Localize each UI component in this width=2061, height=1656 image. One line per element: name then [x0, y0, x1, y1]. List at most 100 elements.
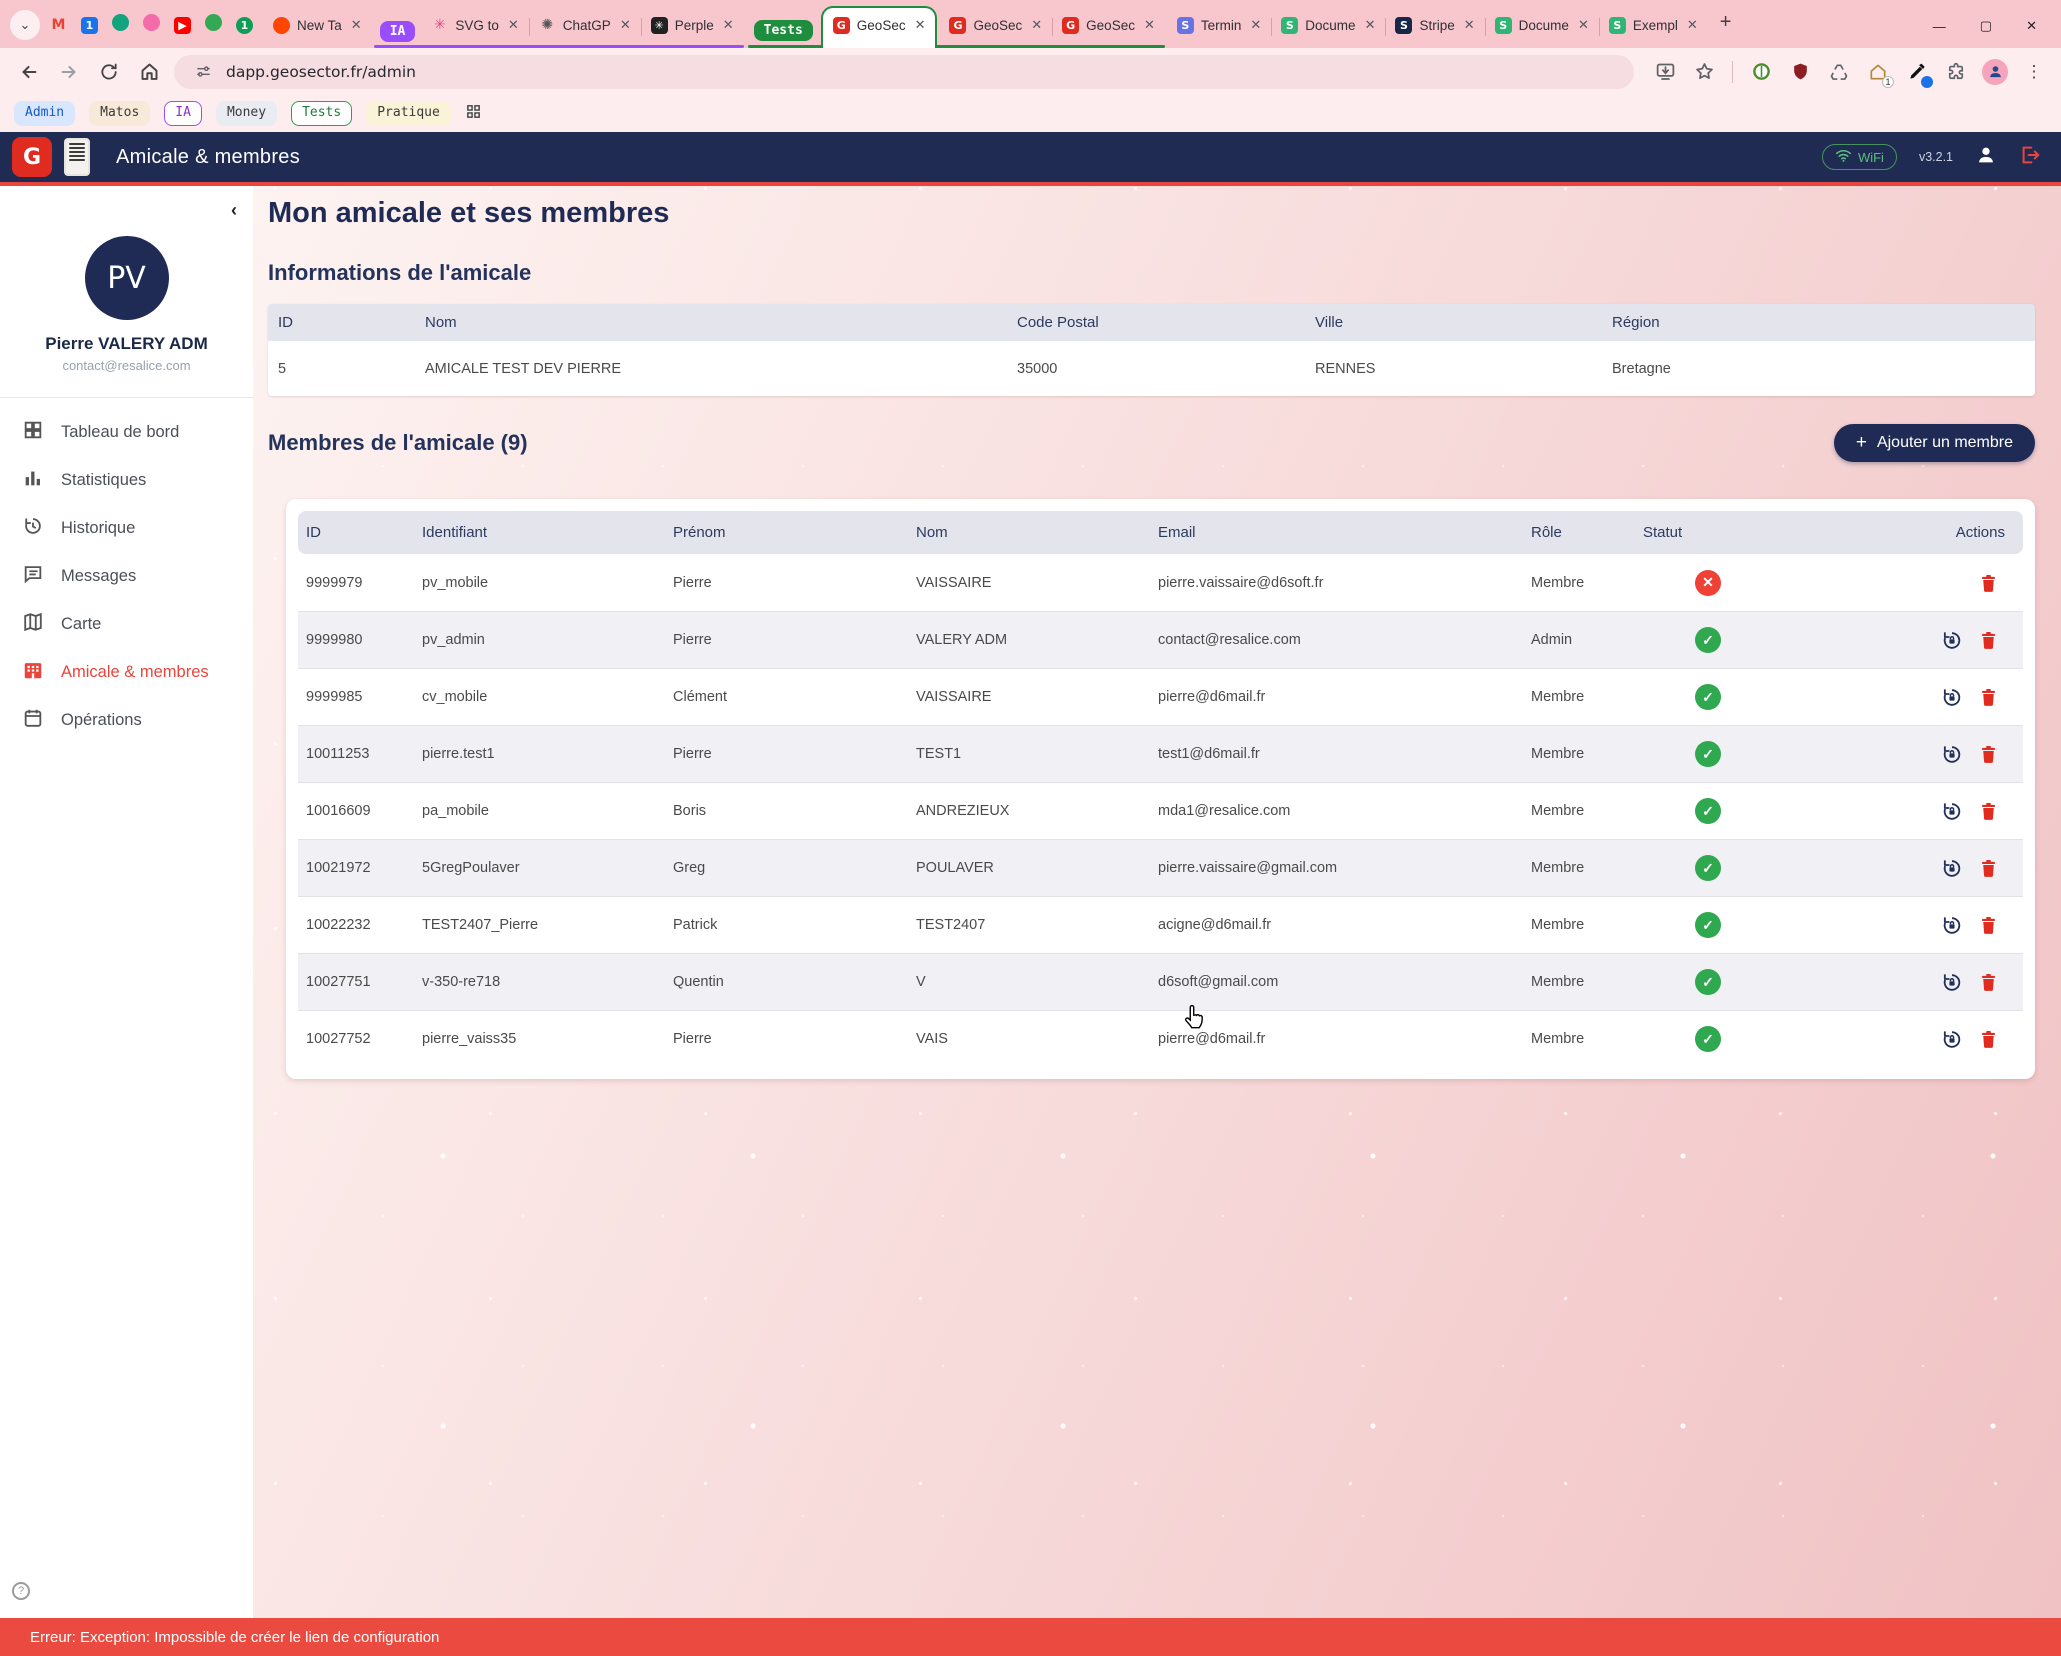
browser-tab-docume[interactable]: SDocume✕ — [1271, 8, 1385, 48]
user-profile-icon[interactable] — [1975, 144, 1997, 171]
pinned-tab-gmail[interactable]: M — [50, 16, 67, 34]
logout-icon[interactable] — [2019, 144, 2041, 171]
recycle-extension-icon[interactable] — [1826, 59, 1852, 85]
install-icon[interactable] — [1652, 59, 1678, 85]
browser-tab-chatgp[interactable]: ✺ChatGP✕ — [529, 8, 641, 48]
tab-close-icon[interactable]: ✕ — [349, 17, 364, 33]
reset-password-button[interactable] — [1941, 914, 1963, 936]
member-role: Membre — [1523, 803, 1635, 819]
browser-tab-docume[interactable]: SDocume✕ — [1485, 8, 1599, 48]
tab-group-chip[interactable]: IA — [380, 21, 416, 42]
bookmark-tests[interactable]: Tests — [291, 101, 352, 126]
pinned-tab-penguin[interactable] — [143, 14, 160, 36]
tab-close-icon[interactable]: ✕ — [1142, 17, 1157, 33]
pinned-tab-keep[interactable] — [112, 14, 129, 36]
delete-button[interactable] — [1977, 800, 1999, 822]
sidebar-item-building[interactable]: Amicale & membres — [0, 648, 253, 696]
tab-close-icon[interactable]: ✕ — [1685, 17, 1700, 33]
browser-tab-perple[interactable]: ✳Perple✕ — [641, 8, 744, 48]
error-toast[interactable]: Erreur: Exception: Impossible de créer l… — [0, 1618, 2061, 1656]
member-nom: VAIS — [908, 1031, 1150, 1047]
gmail-icon: M — [50, 17, 67, 34]
browser-tab-termin[interactable]: STermin✕ — [1167, 8, 1271, 48]
browser-tab-stripe[interactable]: SStripe✕ — [1385, 8, 1484, 48]
tab-close-icon[interactable]: ✕ — [913, 17, 928, 33]
pinned-tab-maps[interactable] — [205, 14, 222, 36]
wifi-label: WiFi — [1858, 150, 1884, 165]
browser-menu-icon[interactable]: ⋮ — [2021, 59, 2047, 85]
browser-tab-exempl[interactable]: SExempl✕ — [1599, 8, 1708, 48]
sidebar-collapse-button[interactable]: ‹ — [231, 200, 237, 221]
browser-tab-geosec[interactable]: GGeoSec✕ — [1052, 8, 1165, 48]
tab-search-icon[interactable]: ⌄ — [10, 10, 40, 40]
browser-tab-geosec[interactable]: GGeoSec✕ — [821, 6, 938, 48]
reset-password-button[interactable] — [1941, 800, 1963, 822]
reload-icon[interactable] — [94, 57, 124, 87]
tab-close-icon[interactable]: ✕ — [721, 17, 736, 33]
tab-group-chip[interactable]: Tests — [754, 20, 813, 41]
reset-password-button[interactable] — [1941, 971, 1963, 993]
browser-tab-geosec[interactable]: GGeoSec✕ — [939, 8, 1052, 48]
browser-tab-svg-to[interactable]: ✳SVG to✕ — [421, 8, 528, 48]
sidebar-item-map[interactable]: Carte — [0, 600, 253, 648]
bookmark-admin[interactable]: Admin — [14, 101, 75, 126]
window-minimize-button[interactable]: — — [1933, 19, 1946, 34]
tab-close-icon[interactable]: ✕ — [1029, 17, 1044, 33]
puzzle-extension-icon[interactable] — [1943, 59, 1969, 85]
reset-password-button[interactable] — [1941, 686, 1963, 708]
help-icon[interactable]: ? — [12, 1582, 30, 1600]
keep-icon — [112, 14, 129, 31]
dropper-extension-icon[interactable] — [1904, 59, 1930, 85]
address-bar[interactable]: dapp.geosector.fr/admin — [174, 55, 1634, 89]
reset-password-button[interactable] — [1941, 1028, 1963, 1050]
reset-password-button[interactable] — [1941, 743, 1963, 765]
tab-label: GeoSec — [857, 18, 906, 33]
delete-button[interactable] — [1977, 1028, 1999, 1050]
home-icon[interactable] — [134, 57, 164, 87]
member-id: 10016609 — [298, 803, 414, 819]
tab-close-icon[interactable]: ✕ — [618, 17, 633, 33]
reset-password-button[interactable] — [1941, 629, 1963, 651]
reset-password-button[interactable] — [1941, 857, 1963, 879]
sidebar-item-messages[interactable]: Messages — [0, 552, 253, 600]
bookmark-matos[interactable]: Matos — [89, 101, 150, 126]
delete-button[interactable] — [1977, 743, 1999, 765]
bookmark-pratique[interactable]: Pratique — [366, 101, 451, 126]
pinned-tab-leaf-one[interactable]: 1 — [236, 16, 253, 34]
delete-button[interactable] — [1977, 857, 1999, 879]
green-circle-extension-icon[interactable] — [1748, 59, 1774, 85]
app-logo[interactable]: G — [12, 137, 52, 177]
delete-button[interactable] — [1977, 686, 1999, 708]
tab-close-icon[interactable]: ✕ — [1363, 17, 1378, 33]
new-tab-button[interactable]: + — [1720, 11, 1732, 34]
window-maximize-button[interactable]: ▢ — [1980, 18, 1992, 34]
back-icon[interactable] — [14, 57, 44, 87]
delete-button[interactable] — [1977, 914, 1999, 936]
tab-close-icon[interactable]: ✕ — [1576, 17, 1591, 33]
sidebar-item-calendar[interactable]: Opérations — [0, 696, 253, 744]
bookmark-money[interactable]: Money — [216, 101, 277, 126]
tab-close-icon[interactable]: ✕ — [1248, 17, 1263, 33]
browser-tab-new-ta[interactable]: New Ta✕ — [263, 8, 372, 48]
site-settings-icon[interactable] — [190, 59, 216, 85]
browser-profile-avatar[interactable] — [1982, 59, 2008, 85]
tab-close-icon[interactable]: ✕ — [506, 17, 521, 33]
house-one-extension-icon[interactable]: 1 — [1865, 59, 1891, 85]
delete-button[interactable] — [1977, 572, 1999, 594]
sidebar-item-stats[interactable]: Statistiques — [0, 456, 253, 504]
window-close-button[interactable]: ✕ — [2026, 18, 2037, 34]
star-icon[interactable] — [1691, 59, 1717, 85]
pinned-tab-calendar[interactable]: 1 — [81, 16, 98, 34]
calendar-icon — [22, 707, 44, 734]
shield-extension-icon[interactable] — [1787, 59, 1813, 85]
sidebar-item-dashboard[interactable]: Tableau de bord — [0, 408, 253, 456]
sidebar-item-history[interactable]: Historique — [0, 504, 253, 552]
pinned-tab-youtube[interactable]: ▶ — [174, 16, 191, 34]
delete-button[interactable] — [1977, 971, 1999, 993]
bookmark-ia[interactable]: IA — [164, 101, 202, 126]
bookmark-apps-icon[interactable] — [465, 103, 482, 125]
tab-close-icon[interactable]: ✕ — [1462, 17, 1477, 33]
forward-icon[interactable] — [54, 57, 84, 87]
add-member-button[interactable]: + Ajouter un membre — [1834, 424, 2035, 462]
delete-button[interactable] — [1977, 629, 1999, 651]
